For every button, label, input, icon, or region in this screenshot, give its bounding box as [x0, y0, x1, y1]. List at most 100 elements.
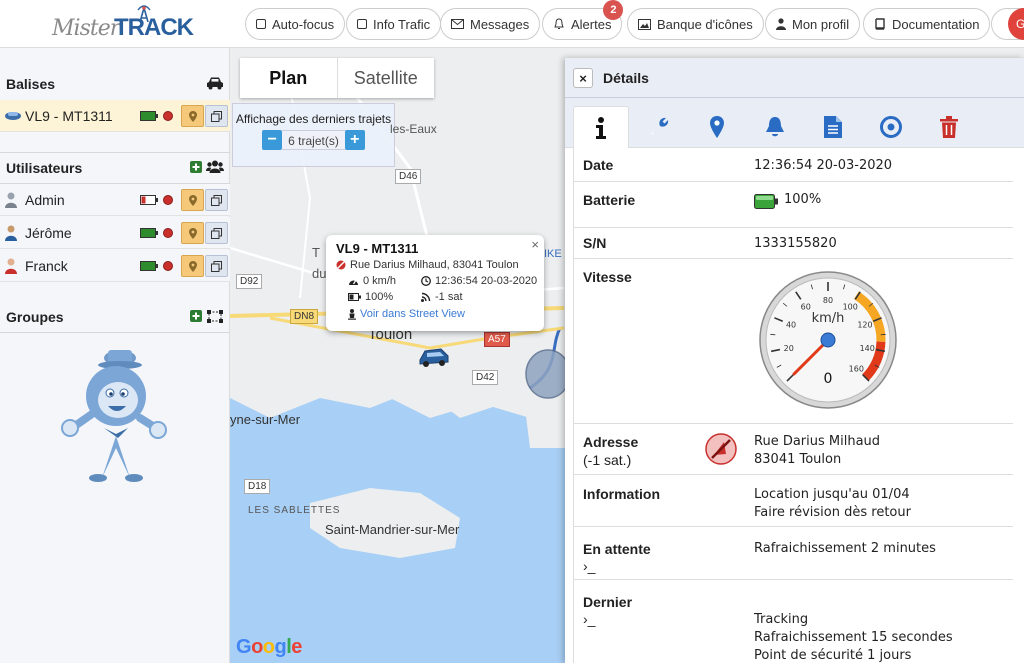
road-d92: D92: [236, 274, 263, 289]
road-a57: A57: [484, 332, 510, 347]
trajets-stepper: − 6 trajet(s) +: [233, 130, 394, 150]
tab-satellite[interactable]: Satellite: [336, 58, 435, 98]
locate-button[interactable]: [181, 105, 204, 127]
locate-button[interactable]: [181, 222, 204, 244]
detail-row-vitesse: Vitesse 20 40 60 80 100 120 140 160 km/h 0: [573, 259, 1013, 424]
tab-location[interactable]: [689, 106, 745, 148]
add-group-icon[interactable]: [190, 310, 202, 322]
locate-button[interactable]: [181, 189, 204, 211]
detail-value: Rafraichissement 15 secondes: [754, 630, 953, 645]
top-bar: Mister TRACK Auto-focus Info Trafic Mess…: [0, 0, 1024, 48]
gauge-tick-label: 20: [784, 344, 794, 353]
gauge-tick-label: 80: [823, 296, 833, 305]
google-logo[interactable]: Google: [236, 636, 302, 659]
detail-value: Tracking: [754, 612, 809, 627]
road-d46: D46: [395, 169, 422, 184]
no-gps-icon: [336, 260, 346, 270]
group-select-icon[interactable]: [206, 309, 224, 323]
detail-row-dernier: Dernier ›_ Tracking Rafraichissement 15 …: [573, 580, 1013, 663]
map-label-seyne: yne-sur-Mer: [230, 412, 301, 427]
alertes-button[interactable]: Alertes 2: [542, 0, 624, 40]
detail-value: Rafraichissement 2 minutes: [754, 541, 936, 556]
vehicle-marker-icon[interactable]: [417, 346, 451, 368]
copy-button[interactable]: [205, 189, 228, 211]
user-row-jerome[interactable]: Jérôme: [0, 217, 230, 249]
car-icon[interactable]: [206, 76, 224, 90]
map-marker-icon: [188, 110, 197, 122]
detail-row-adresse: Adresse (-1 sat.) Rue Darius Milhaud 830…: [573, 424, 1013, 475]
map-marker-icon: [188, 194, 197, 206]
user-label: Franck: [25, 257, 68, 274]
popup-close-button[interactable]: ×: [531, 237, 539, 252]
messages-label: Messages: [470, 16, 530, 32]
map-label-t: T: [312, 245, 320, 260]
trajets-plus-button[interactable]: +: [344, 130, 365, 150]
locate-button[interactable]: [181, 255, 204, 277]
banque-icones-button[interactable]: Banque d'icônes: [627, 8, 764, 40]
tab-target[interactable]: [863, 106, 919, 148]
user-row-admin[interactable]: Admin: [0, 184, 230, 216]
tab-settings[interactable]: [631, 106, 687, 148]
street-view-link[interactable]: Voir dans Street View: [360, 308, 465, 320]
status-dot-icon: [163, 195, 173, 205]
gauge-tick-label: 140: [860, 344, 875, 353]
tab-plan[interactable]: Plan: [240, 58, 337, 98]
detail-key-sub: (-1 sat.): [583, 452, 632, 468]
map-label-du: du: [312, 266, 327, 281]
detail-value: 12:36:54 20-03-2020: [754, 158, 893, 173]
info-trafic-button[interactable]: Info Trafic: [346, 8, 442, 40]
users-title: Utilisateurs: [6, 160, 83, 176]
mistertrack-logo[interactable]: Mister TRACK: [52, 4, 194, 44]
popup-speed-line: 0 km/h: [348, 275, 396, 287]
users-icon[interactable]: [206, 160, 224, 173]
gauge-unit: km/h: [812, 311, 845, 326]
user-row-franck[interactable]: Franck: [0, 250, 230, 282]
details-close-button[interactable]: ×: [573, 68, 593, 88]
battery-full-icon: [140, 111, 158, 121]
detail-key: Information: [583, 486, 660, 502]
tab-documents[interactable]: [805, 106, 861, 148]
speedometer-gauge: 20 40 60 80 100 120 140 160 km/h 0: [759, 271, 897, 409]
detail-value: Rue Darius Milhaud: [754, 434, 881, 449]
mon-profil-button[interactable]: Mon profil: [765, 8, 861, 40]
auto-focus-button[interactable]: Auto-focus: [245, 8, 346, 40]
messages-button[interactable]: Messages: [440, 8, 541, 40]
map-label-eaux: les-Eaux: [390, 122, 437, 136]
street-view-icon: [348, 308, 356, 320]
battery-full-icon: [754, 194, 778, 209]
details-panel: × Détails Date 12:36:54 20-03-2020 Batte…: [565, 58, 1024, 663]
google-letter: G: [236, 636, 252, 658]
info-icon: [596, 116, 606, 139]
copy-icon: [211, 227, 222, 239]
target-icon: [880, 116, 902, 138]
status-dot-icon: [163, 261, 173, 271]
add-user-icon[interactable]: [190, 160, 202, 173]
copy-button[interactable]: [205, 222, 228, 244]
popup-sat-line: -1 sat: [421, 291, 463, 303]
map-type-tabs: Plan Satellite: [240, 58, 434, 98]
copy-button[interactable]: [205, 105, 228, 127]
envelope-icon: [451, 19, 464, 29]
gauge-tick-label: 60: [801, 303, 811, 312]
tab-alerts[interactable]: [747, 106, 803, 148]
tab-delete[interactable]: [921, 106, 977, 148]
trajets-minus-button[interactable]: −: [262, 130, 283, 150]
documentation-button[interactable]: Documentation: [863, 8, 991, 40]
google-letter: o: [251, 636, 263, 658]
copy-button[interactable]: [205, 255, 228, 277]
map-marker-icon: [188, 260, 197, 272]
user-icon: [776, 18, 786, 30]
google-letter: g: [274, 636, 287, 658]
user-label: Jérôme: [25, 224, 72, 241]
trajets-title: Affichage des derniers trajets: [235, 112, 392, 126]
balise-row-vl9[interactable]: VL9 - MT1311: [0, 100, 230, 132]
tab-info[interactable]: [573, 106, 629, 148]
copy-icon: [211, 194, 222, 206]
balises-header: Balises: [0, 69, 230, 99]
status-dot-icon: [163, 228, 173, 238]
groups-header: Groupes: [0, 302, 230, 332]
map-label-mandrier: Saint-Mandrier-sur-Mer: [325, 522, 460, 537]
user-blue-icon: [5, 225, 17, 241]
auto-focus-label: Auto-focus: [272, 16, 335, 32]
detail-value: Point de sécurité 1 jours: [754, 648, 912, 663]
